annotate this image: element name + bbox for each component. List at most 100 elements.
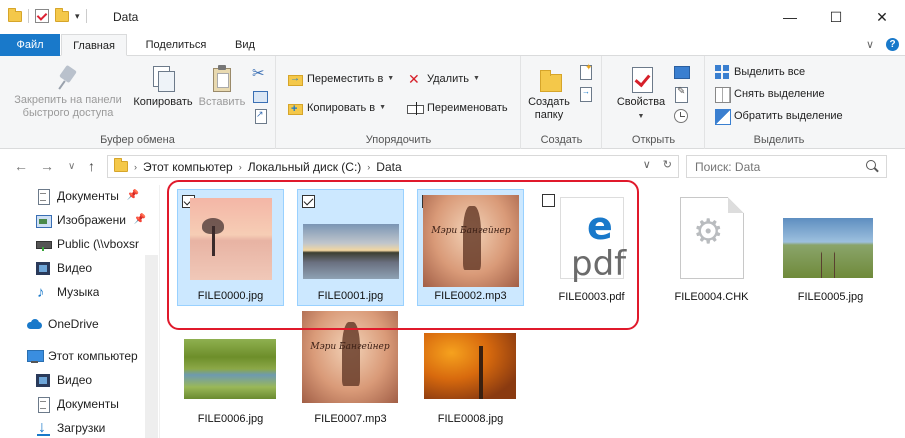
- delete-icon: [407, 70, 423, 88]
- file-item[interactable]: FILE0008.jpg: [417, 311, 524, 428]
- window-controls: — ☐ ✕: [767, 0, 905, 34]
- sidebar-item-label: Этот компьютер: [48, 349, 138, 363]
- properties-label: Свойства: [616, 96, 666, 108]
- onedrive-icon: [27, 317, 42, 332]
- group-create: Создать папку Создать: [522, 56, 602, 149]
- group-clipboard: Закрепить на панели быстрого доступа Коп…: [0, 56, 276, 149]
- file-item[interactable]: FILE0006.jpg: [177, 311, 284, 428]
- breadcrumb-local-disk[interactable]: Локальный диск (C:): [248, 160, 362, 174]
- file-item[interactable]: e pdf FILE0003.pdf: [538, 189, 645, 306]
- breadcrumb-data[interactable]: Data: [376, 160, 401, 174]
- image-thumbnail: [190, 198, 272, 280]
- new-folder-button[interactable]: Создать папку: [526, 64, 572, 122]
- copy-to-button[interactable]: Копировать в ▼: [287, 99, 387, 118]
- edit-icon[interactable]: [673, 86, 689, 103]
- address-dropdown-button[interactable]: ∨: [643, 158, 651, 171]
- pin-label: Закрепить на панели быстрого доступа: [14, 94, 122, 119]
- search-icon[interactable]: [865, 159, 881, 175]
- chevron-down-icon: ▼: [379, 104, 387, 111]
- sidebar-item-this-pc[interactable]: Этот компьютер: [27, 345, 138, 367]
- up-button[interactable]: ↑: [88, 158, 95, 174]
- file-checkbox[interactable]: [302, 195, 315, 208]
- customize-qat-dropdown[interactable]: ▾: [75, 11, 80, 22]
- sidebar-item-downloads[interactable]: Загрузки: [36, 417, 105, 438]
- rename-button[interactable]: Переименовать: [407, 99, 508, 117]
- tab-view[interactable]: Вид: [225, 34, 265, 56]
- select-none-button[interactable]: Снять выделение: [714, 85, 825, 103]
- properties-icon[interactable]: [35, 9, 49, 23]
- file-checkbox[interactable]: [542, 194, 555, 207]
- pdf-icon: e pdf: [560, 197, 626, 284]
- pin-quick-access-button[interactable]: Закрепить на панели быстрого доступа: [6, 64, 130, 120]
- select-none-icon: [714, 86, 731, 103]
- paste-button[interactable]: Вставить: [196, 64, 248, 109]
- pin-icon: [54, 64, 82, 92]
- file-item[interactable]: FILE0005.jpg: [777, 189, 884, 306]
- sidebar-item-videos[interactable]: Видео: [36, 257, 92, 279]
- album-title: Мэри Бангейнер: [431, 226, 511, 237]
- sidebar-item-pictures[interactable]: Изображени 📌: [36, 209, 146, 231]
- downloads-icon: [36, 417, 51, 438]
- close-button[interactable]: ✕: [859, 0, 905, 34]
- folder-icon: [114, 158, 128, 172]
- tab-home[interactable]: Главная: [61, 34, 127, 56]
- pdf-glyph: pdf: [571, 244, 627, 284]
- invert-selection-button[interactable]: Обратить выделение: [714, 107, 843, 125]
- move-to-button[interactable]: Переместить в ▼: [287, 70, 394, 88]
- properties-button[interactable]: Свойства ▼: [611, 64, 671, 123]
- new-folder-icon[interactable]: [55, 7, 69, 22]
- album-art-thumbnail: Мэри Бангейнер: [423, 195, 519, 287]
- file-name: FILE0002.mp3: [434, 290, 507, 302]
- select-all-label: Выделить все: [734, 66, 806, 78]
- chevron-down-icon: ▼: [387, 75, 395, 82]
- paste-label: Вставить: [198, 96, 246, 108]
- copy-path-icon[interactable]: [252, 88, 268, 104]
- paste-shortcut-icon[interactable]: [252, 108, 268, 124]
- album-art-thumbnail: Мэри Бангейнер: [302, 311, 398, 403]
- file-name: FILE0007.mp3: [314, 413, 387, 425]
- new-item-icon[interactable]: [578, 62, 594, 80]
- address-bar[interactable]: › Этот компьютер › Локальный диск (C:) ›…: [107, 155, 679, 178]
- recent-locations-button[interactable]: ∨: [68, 161, 75, 172]
- file-item[interactable]: FILE0001.jpg: [297, 189, 404, 306]
- sidebar-item-documents[interactable]: Документы 📌: [36, 185, 139, 207]
- create-group-label: Создать: [540, 134, 583, 146]
- copy-button[interactable]: Копировать: [128, 64, 198, 109]
- file-item[interactable]: FILE0004.CHK: [658, 189, 765, 306]
- easy-access-icon[interactable]: [578, 86, 594, 102]
- maximize-button[interactable]: ☐: [813, 0, 859, 34]
- sidebar-item-onedrive[interactable]: OneDrive: [27, 313, 99, 335]
- quick-access-toolbar: ▾: [8, 7, 87, 23]
- breadcrumb-this-pc[interactable]: Этот компьютер: [143, 160, 233, 174]
- file-item[interactable]: Мэри Бангейнер FILE0002.mp3: [417, 189, 524, 306]
- pin-icon: 📌: [133, 214, 147, 225]
- sidebar-item-music[interactable]: Музыка: [36, 281, 99, 304]
- music-icon: [36, 282, 51, 304]
- navigation-pane: Документы 📌 Изображени 📌 Public (\\vboxs…: [0, 185, 160, 438]
- sidebar-item-public-share[interactable]: Public (\\vboxsr: [36, 233, 146, 255]
- select-all-button[interactable]: Выделить все: [714, 63, 805, 81]
- file-name: FILE0008.jpg: [437, 413, 504, 425]
- help-icon[interactable]: ?: [886, 38, 899, 51]
- refresh-button[interactable]: ↻: [663, 158, 672, 171]
- back-button[interactable]: ←: [14, 158, 28, 174]
- minimize-button[interactable]: —: [767, 0, 813, 34]
- documents-icon: [36, 396, 51, 413]
- sidebar-item-documents[interactable]: Документы: [36, 393, 119, 415]
- forward-button[interactable]: →: [40, 158, 54, 174]
- delete-button[interactable]: Удалить ▼: [407, 70, 480, 88]
- file-item[interactable]: FILE0000.jpg: [177, 189, 284, 306]
- collapse-ribbon-button[interactable]: ∨: [866, 38, 874, 51]
- cut-icon[interactable]: [252, 64, 268, 82]
- file-item[interactable]: Мэри Бангейнер FILE0007.mp3: [297, 311, 404, 428]
- tab-share[interactable]: Поделиться: [136, 34, 216, 56]
- sidebar-scrollbar[interactable]: [145, 255, 158, 438]
- paste-icon: [207, 64, 237, 94]
- sidebar-item-videos[interactable]: Видео: [36, 369, 92, 391]
- file-name: FILE0000.jpg: [197, 290, 264, 302]
- gear-file-icon: [680, 197, 744, 279]
- history-icon[interactable]: [673, 108, 689, 124]
- search-input[interactable]: [686, 155, 887, 178]
- open-icon[interactable]: [673, 64, 690, 80]
- file-list: FILE0000.jpg FILE0001.jpg Мэри Бангейнер…: [161, 185, 905, 438]
